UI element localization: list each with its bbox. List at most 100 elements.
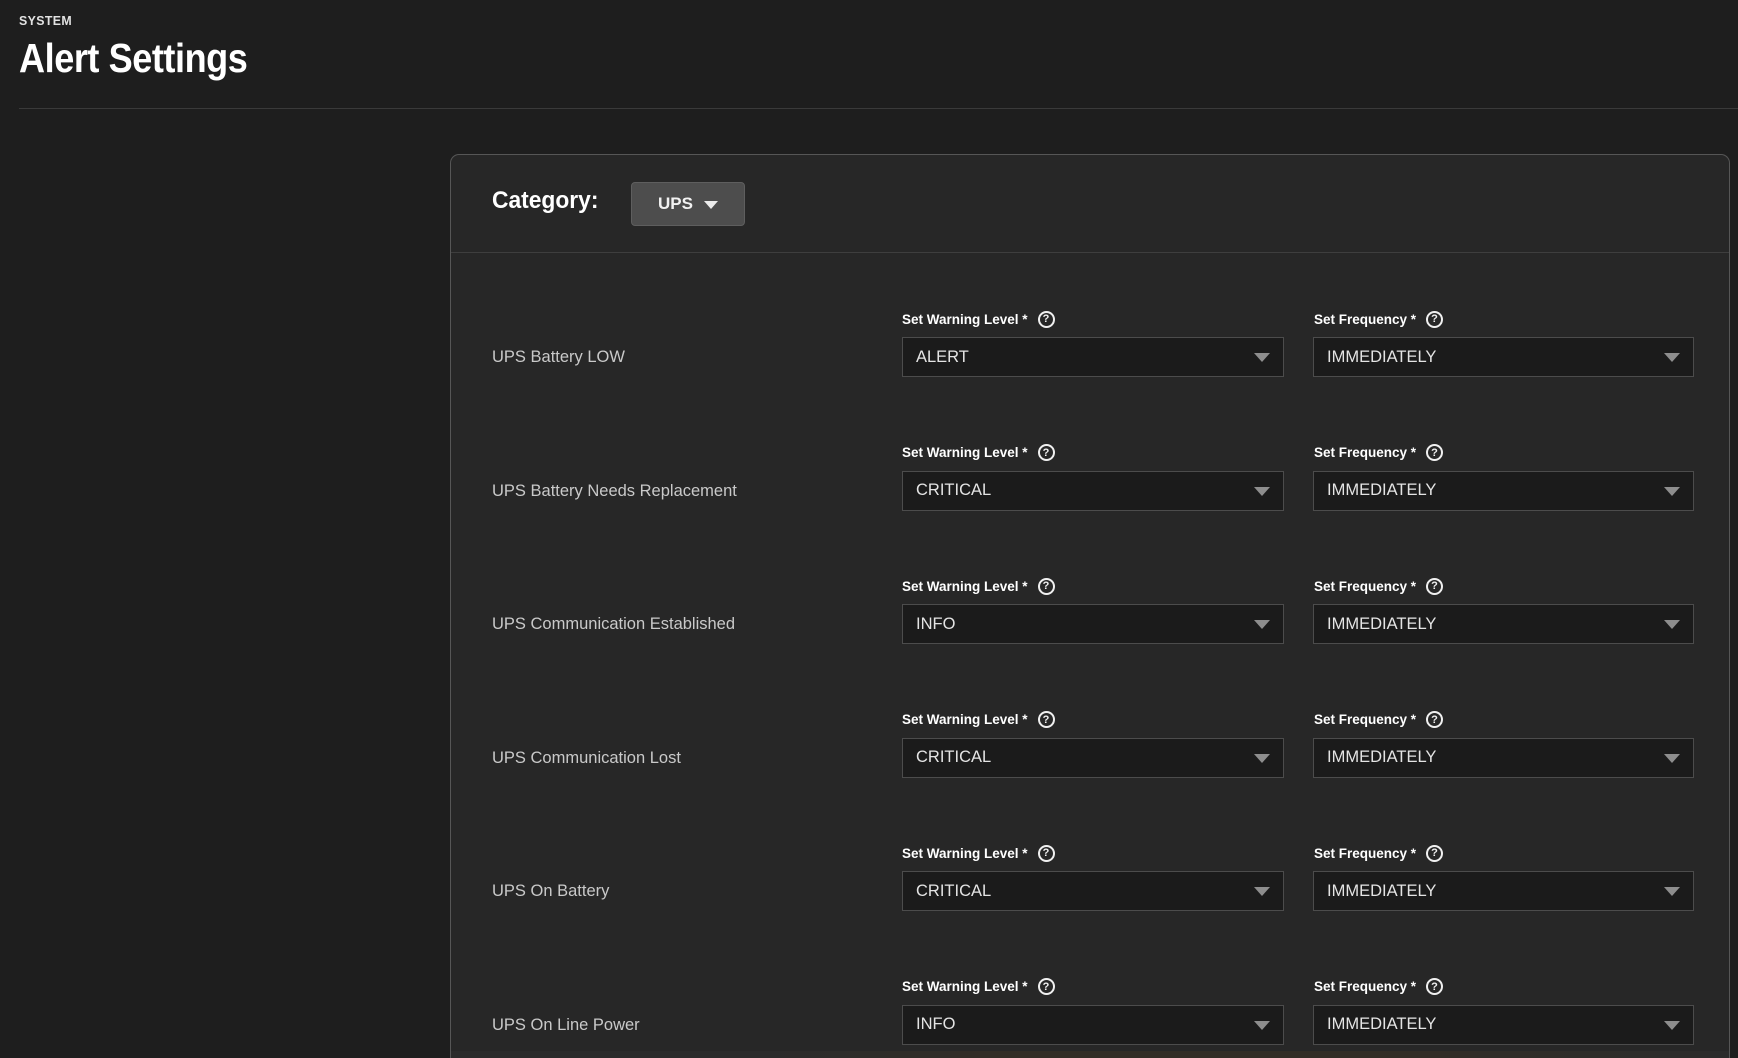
frequency-label: Set Frequency * [1314, 979, 1417, 994]
warning-level-select[interactable]: CRITICAL [902, 470, 1284, 511]
help-icon[interactable]: ? [1426, 978, 1444, 995]
help-icon[interactable]: ? [1037, 444, 1055, 461]
frequency-select[interactable]: IMMEDIATELY [1313, 871, 1694, 911]
alert-setting-row: UPS Battery LOW Set Warning Level * ? Se… [451, 309, 1729, 409]
frequency-select[interactable]: IMMEDIATELY [1313, 470, 1694, 511]
breadcrumb-system: SYSTEM [19, 13, 73, 28]
warning-level-select[interactable]: INFO [902, 604, 1284, 644]
warning-level-label: Set Warning Level * [902, 712, 1028, 727]
chevron-down-icon [1664, 353, 1680, 362]
help-icon[interactable]: ? [1426, 310, 1444, 328]
help-icon[interactable]: ? [1037, 711, 1055, 728]
chevron-down-icon [1664, 1020, 1680, 1030]
alert-name: UPS Communication Established [492, 615, 736, 633]
alert-setting-row: UPS Communication Lost Set Warning Level… [451, 710, 1729, 810]
warning-level-value: CRITICAL [916, 481, 992, 499]
chevron-down-icon [1664, 887, 1680, 896]
warning-level-value: CRITICAL [916, 748, 992, 766]
page-title: Alert Settings [19, 35, 248, 81]
frequency-label: Set Frequency * [1314, 845, 1417, 861]
frequency-value: IMMEDIATELY [1327, 614, 1437, 633]
warning-level-label-group: Set Warning Level * ? [902, 309, 1055, 329]
help-icon[interactable]: ? [1037, 310, 1055, 328]
help-icon[interactable]: ? [1037, 577, 1055, 595]
frequency-label-group: Set Frequency * ? [1314, 443, 1444, 463]
question-glyph: ? [1431, 580, 1438, 592]
frequency-label: Set Frequency * [1314, 712, 1417, 727]
frequency-label-group: Set Frequency * ? [1314, 576, 1444, 596]
chevron-down-icon [1254, 753, 1270, 763]
warning-level-select[interactable]: INFO [902, 1004, 1284, 1045]
question-glyph: ? [1431, 313, 1438, 325]
chevron-down-icon [1254, 353, 1270, 362]
page-header: SYSTEM Alert Settings [19, 13, 279, 82]
alert-settings-panel: Category: UPS UPS Battery LOW Set Warnin… [450, 154, 1730, 1058]
warning-level-label: Set Warning Level * [902, 311, 1028, 327]
warning-level-label-group: Set Warning Level * ? [902, 576, 1055, 596]
frequency-select[interactable]: IMMEDIATELY [1313, 1004, 1694, 1045]
help-icon[interactable]: ? [1426, 711, 1444, 728]
warning-level-value: ALERT [916, 347, 969, 366]
question-glyph: ? [1042, 580, 1050, 592]
question-glyph: ? [1431, 446, 1438, 459]
help-icon[interactable]: ? [1426, 844, 1444, 862]
alert-setting-row: UPS Communication Established Set Warnin… [451, 576, 1729, 676]
frequency-value: IMMEDIATELY [1327, 748, 1437, 766]
alert-name: UPS Battery LOW [492, 348, 625, 366]
warning-level-label-group: Set Warning Level * ? [902, 977, 1055, 997]
alert-name: UPS On Line Power [492, 1015, 640, 1034]
warning-level-value: INFO [916, 614, 956, 633]
warning-level-label: Set Warning Level * [902, 445, 1028, 460]
warning-level-label: Set Warning Level * [902, 845, 1028, 861]
frequency-select[interactable]: IMMEDIATELY [1313, 337, 1694, 377]
alert-setting-row: UPS On Line Power Set Warning Level * ? … [451, 977, 1729, 1058]
warning-level-label-group: Set Warning Level * ? [902, 443, 1055, 463]
frequency-label: Set Frequency * [1314, 578, 1417, 594]
frequency-label-group: Set Frequency * ? [1314, 309, 1444, 329]
warning-level-label: Set Warning Level * [902, 979, 1028, 994]
question-glyph: ? [1042, 313, 1050, 325]
chevron-down-icon [703, 201, 718, 209]
help-icon[interactable]: ? [1426, 444, 1444, 461]
chevron-down-icon [1664, 753, 1680, 763]
frequency-label-group: Set Frequency * ? [1314, 977, 1444, 997]
help-icon[interactable]: ? [1037, 978, 1055, 995]
frequency-select[interactable]: IMMEDIATELY [1313, 604, 1694, 644]
category-divider [451, 252, 1729, 253]
warning-level-select[interactable]: ALERT [902, 337, 1284, 377]
category-dropdown-button[interactable]: UPS [631, 182, 745, 226]
chevron-down-icon [1254, 887, 1270, 896]
question-glyph: ? [1431, 847, 1438, 859]
question-glyph: ? [1431, 980, 1438, 993]
chevron-down-icon [1254, 620, 1270, 629]
frequency-value: IMMEDIATELY [1327, 347, 1437, 366]
alert-name: UPS On Battery [492, 882, 610, 900]
frequency-label-group: Set Frequency * ? [1314, 843, 1444, 863]
frequency-label: Set Frequency * [1314, 311, 1417, 327]
warning-level-select[interactable]: CRITICAL [902, 871, 1284, 911]
warning-level-label: Set Warning Level * [902, 578, 1028, 594]
warning-level-value: CRITICAL [916, 881, 992, 900]
chevron-down-icon [1664, 486, 1680, 496]
alert-name: UPS Communication Lost [492, 748, 681, 767]
frequency-label: Set Frequency * [1314, 445, 1417, 460]
header-divider [19, 108, 1738, 109]
frequency-value: IMMEDIATELY [1327, 481, 1437, 499]
chevron-down-icon [1664, 620, 1680, 629]
question-glyph: ? [1042, 713, 1050, 726]
frequency-label-group: Set Frequency * ? [1314, 710, 1444, 730]
category-selected-value: UPS [658, 194, 693, 213]
frequency-value: IMMEDIATELY [1327, 1015, 1437, 1033]
chevron-down-icon [1254, 486, 1270, 496]
frequency-select[interactable]: IMMEDIATELY [1313, 737, 1694, 778]
warning-level-label-group: Set Warning Level * ? [902, 710, 1055, 730]
help-icon[interactable]: ? [1037, 844, 1055, 862]
chevron-down-icon [1254, 1020, 1270, 1030]
question-glyph: ? [1042, 980, 1050, 993]
warning-level-select[interactable]: CRITICAL [902, 737, 1284, 778]
category-label: Category: [492, 187, 599, 214]
alert-setting-row: UPS Battery Needs Replacement Set Warnin… [451, 443, 1729, 543]
warning-level-value: INFO [916, 1015, 956, 1033]
question-glyph: ? [1431, 713, 1438, 726]
help-icon[interactable]: ? [1426, 577, 1444, 595]
